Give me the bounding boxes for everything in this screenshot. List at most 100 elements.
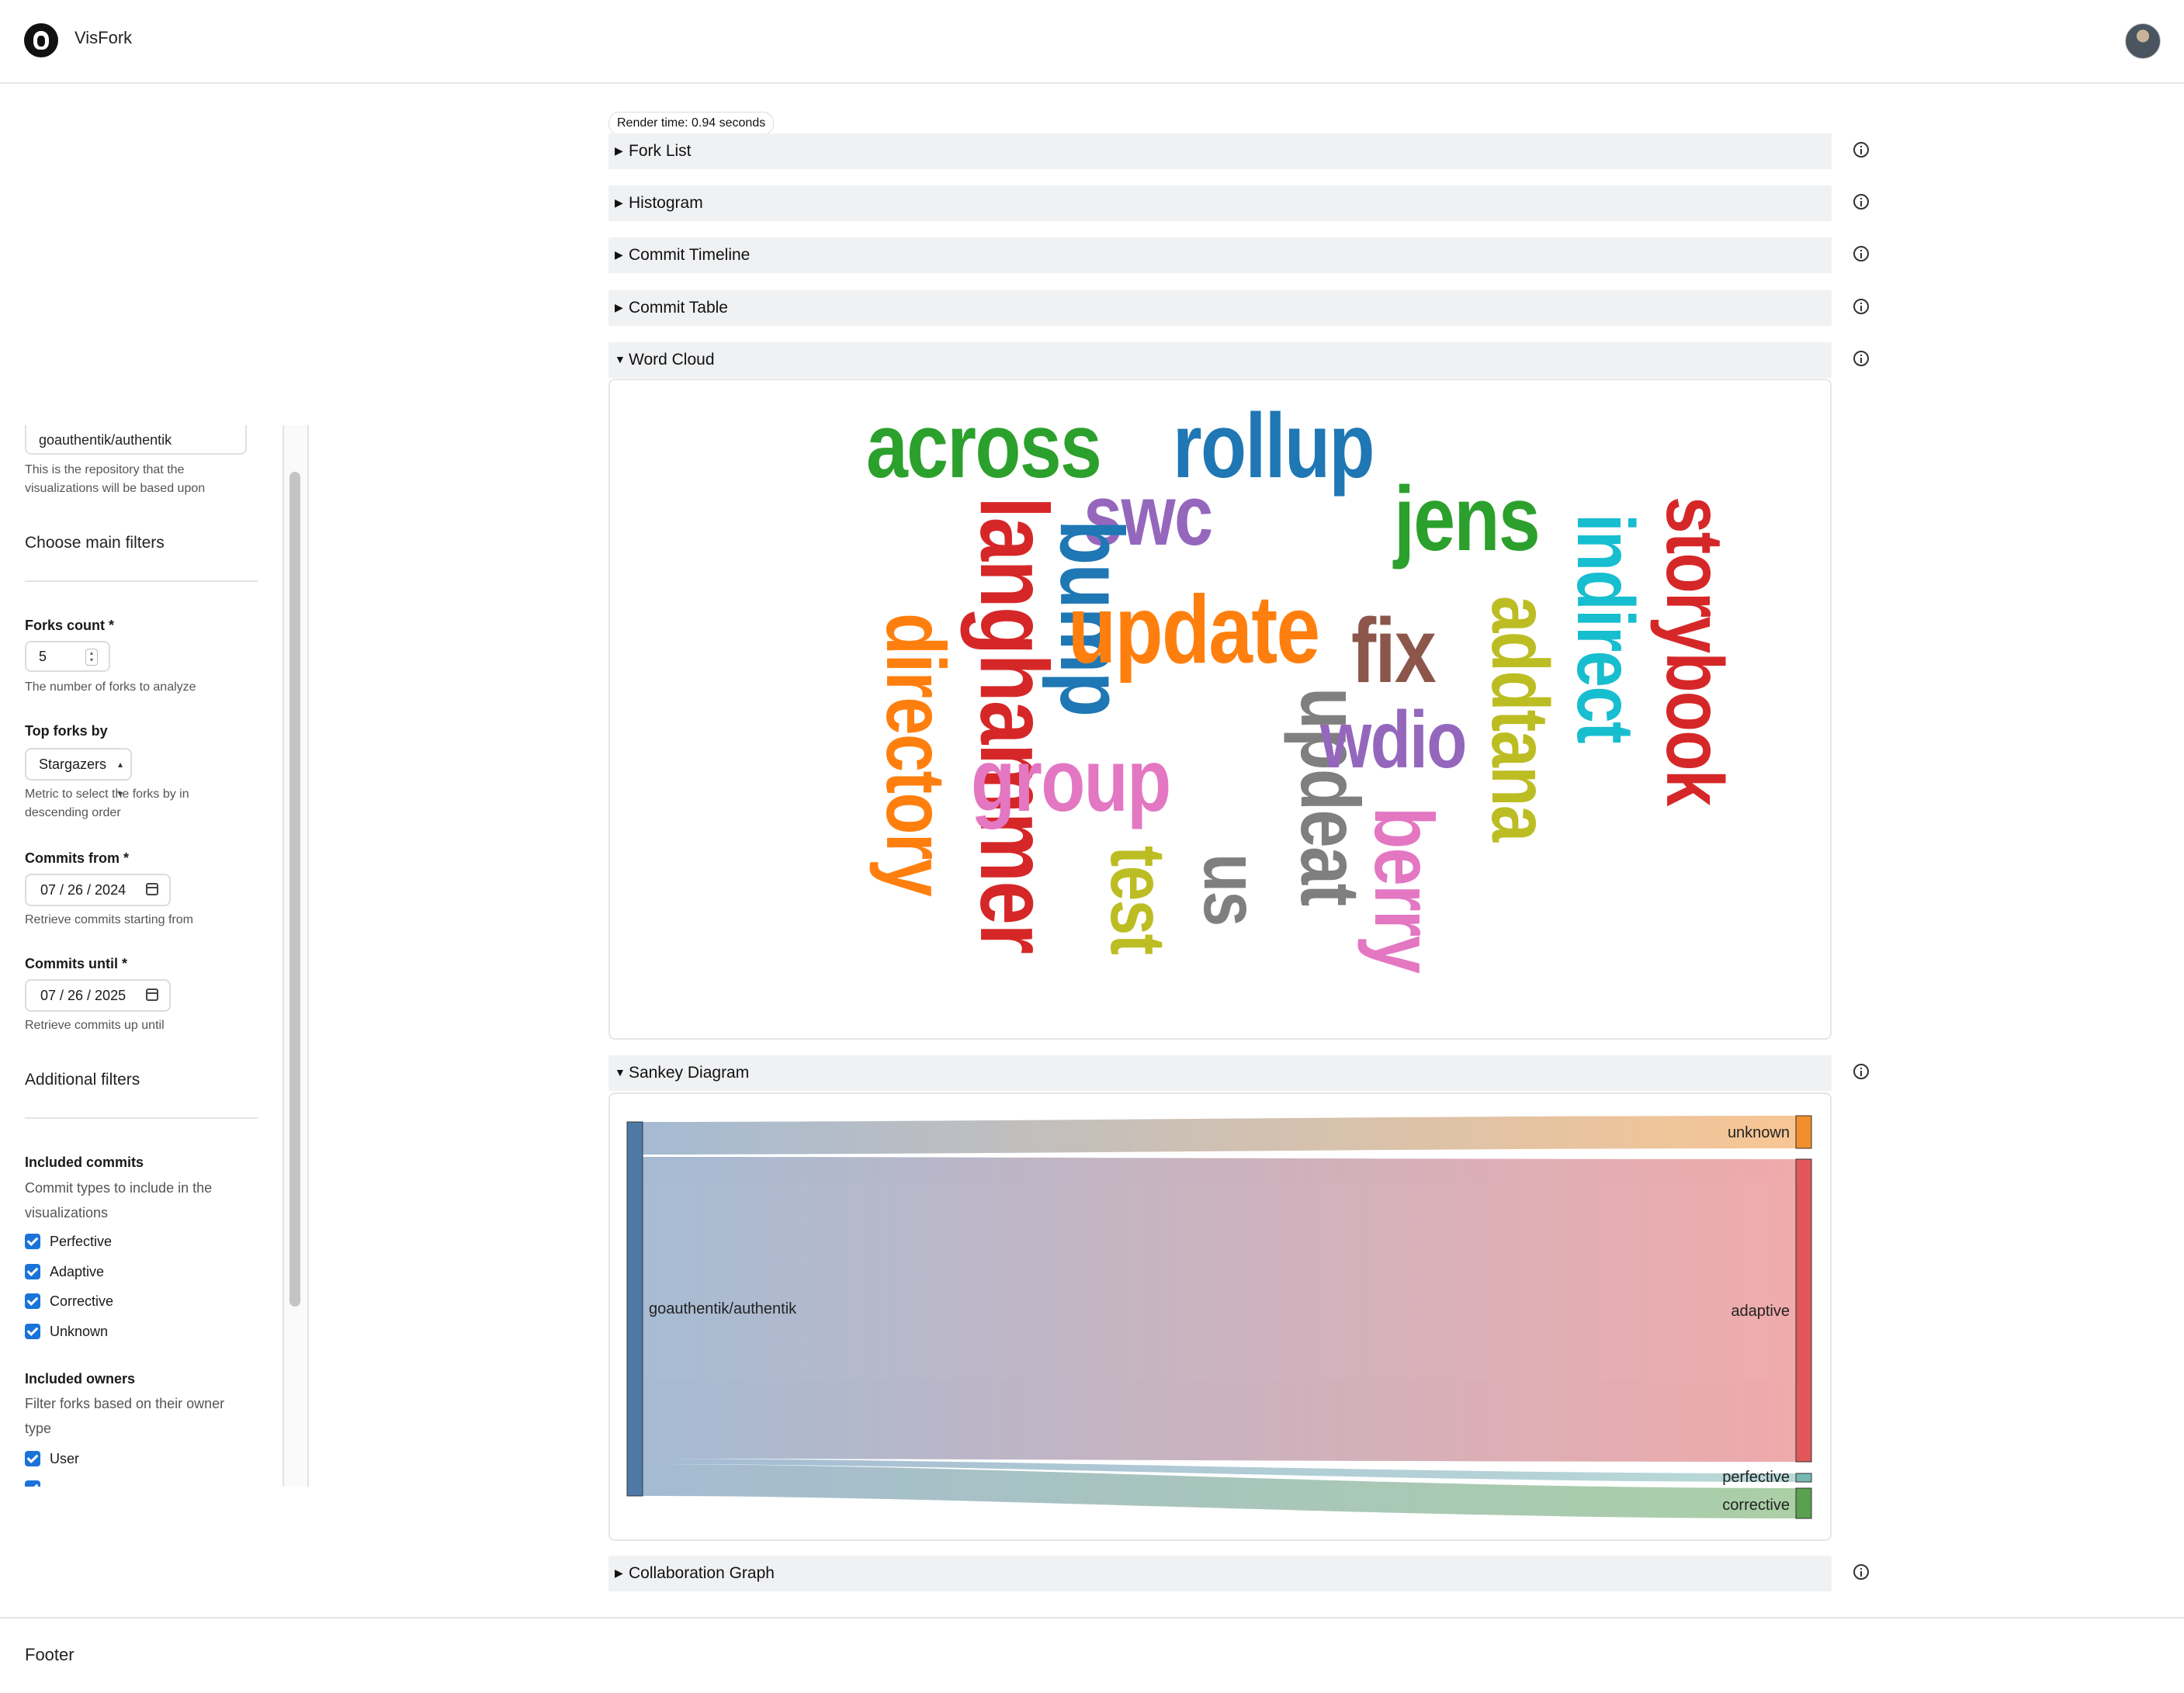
included-commits-help-line1: Commit types to include in the <box>25 1180 213 1196</box>
panel-title: Commit Timeline <box>629 246 751 264</box>
additional-filters-title: Additional filters <box>25 1071 140 1089</box>
word-cloud-word: across <box>866 395 1102 497</box>
included-commits-help-line2: visualizations <box>25 1205 109 1220</box>
top-forks-help-line2: descending order <box>25 806 121 819</box>
panel-header-commit-table[interactable]: ▶ Commit Table <box>608 290 1832 326</box>
calendar-icon[interactable] <box>146 883 158 895</box>
sankey-node-unknown[interactable] <box>1795 1115 1812 1149</box>
panel-header-commit-timeline[interactable]: ▶ Commit Timeline <box>608 237 1832 273</box>
panel-title: Histogram <box>629 194 703 212</box>
sankey-node-corrective[interactable] <box>1795 1487 1812 1519</box>
forks-count-help: The number of forks to analyze <box>25 680 196 694</box>
included-owners-help-line1: Filter forks based on their owner <box>25 1396 225 1411</box>
panel-title: Commit Table <box>629 299 728 317</box>
info-icon[interactable] <box>1853 299 1869 314</box>
stepper-icon[interactable]: ▴ ▾ <box>85 649 98 666</box>
info-icon[interactable] <box>1853 246 1869 261</box>
checkbox-label-user: User <box>50 1451 80 1466</box>
panel-title: Collaboration Graph <box>629 1564 775 1582</box>
info-icon[interactable] <box>1853 142 1869 158</box>
included-owners-label: Included owners <box>25 1371 136 1387</box>
sankey-label-perfective: perfective <box>1722 1469 1790 1486</box>
checkbox-organization-partial[interactable] <box>25 1480 40 1487</box>
forks-count-value: 5 <box>39 649 47 664</box>
repo-help-line1: This is the repository that the <box>25 463 185 476</box>
checkbox-corrective[interactable] <box>25 1293 40 1309</box>
word-cloud-word: addtana <box>1475 596 1565 841</box>
checkbox-user[interactable] <box>25 1451 40 1466</box>
visfork-logo-icon[interactable] <box>24 23 58 57</box>
collapsed-triangle-icon: ▶ <box>615 144 623 157</box>
render-time-badge: Render time: 0.94 seconds <box>608 112 775 135</box>
sankey-panel: goauthentik/authentik unknown adaptive p… <box>608 1092 1832 1541</box>
checkbox-perfective[interactable] <box>25 1234 40 1249</box>
panel-header-word-cloud[interactable]: ▼ Word Cloud <box>608 342 1832 378</box>
divider <box>25 580 258 582</box>
collapsed-triangle-icon: ▶ <box>615 196 623 209</box>
footer-text: Footer <box>25 1645 75 1664</box>
main-filters-title: Choose main filters <box>25 534 165 552</box>
sankey-label-corrective: corrective <box>1722 1497 1790 1514</box>
sidebar-scroll-thumb[interactable] <box>289 472 300 1307</box>
commits-until-label: Commits until * <box>25 956 128 971</box>
word-cloud-word: storybook <box>1649 497 1739 805</box>
commits-from-value: 07 / 26 / 2024 <box>40 882 127 898</box>
commits-until-date-input[interactable]: 07 / 26 / 2025 <box>25 979 171 1012</box>
expanded-triangle-icon: ▼ <box>615 353 626 365</box>
panel-title: Sankey Diagram <box>629 1064 750 1082</box>
commits-from-help: Retrieve commits starting from <box>25 913 193 926</box>
commits-until-help: Retrieve commits up until <box>25 1019 165 1032</box>
included-commits-label: Included commits <box>25 1155 144 1170</box>
calendar-icon[interactable] <box>146 988 158 1001</box>
collapsed-triangle-icon: ▶ <box>615 1567 623 1579</box>
info-icon[interactable] <box>1853 351 1869 366</box>
sankey-label-source: goauthentik/authentik <box>649 1300 797 1317</box>
panel-header-histogram[interactable]: ▶ Histogram <box>608 185 1832 221</box>
footer: Footer <box>0 1617 2184 1693</box>
top-forks-select[interactable]: Stargazers ▴ ▾ <box>25 748 132 799</box>
word-cloud-word: directory <box>869 613 963 896</box>
commits-from-date-input[interactable]: 07 / 26 / 2024 <box>25 874 171 906</box>
panel-title: Word Cloud <box>629 351 715 369</box>
panel-header-fork-list[interactable]: ▶ Fork List <box>608 133 1832 169</box>
sankey-node-perfective[interactable] <box>1795 1473 1812 1483</box>
sankey-node-source[interactable] <box>626 1121 643 1497</box>
brand-name[interactable]: VisFork <box>75 28 132 48</box>
panel-header-sankey[interactable]: ▼ Sankey Diagram <box>608 1055 1832 1091</box>
sankey-link-unknown[interactable] <box>643 1116 1796 1155</box>
sankey-label-unknown: unknown <box>1728 1124 1790 1141</box>
word-cloud-word: update <box>1068 576 1320 684</box>
app-header: VisFork <box>0 0 2184 84</box>
checkbox-label-unknown: Unknown <box>50 1324 109 1339</box>
word-cloud-word: group <box>971 732 1171 830</box>
info-icon[interactable] <box>1853 194 1869 209</box>
panel-title: Fork List <box>629 142 692 160</box>
expanded-triangle-icon: ▼ <box>615 1066 626 1078</box>
checkbox-adaptive[interactable] <box>25 1264 40 1279</box>
info-icon[interactable] <box>1853 1564 1869 1580</box>
repository-input[interactable]: goauthentik/authentik <box>25 425 247 455</box>
word-cloud-word: test <box>1094 846 1181 954</box>
sankey-node-adaptive[interactable] <box>1795 1158 1812 1463</box>
user-avatar[interactable] <box>2125 23 2161 59</box>
word-cloud: across rollup swc jens indirect storybook lang… <box>610 380 1830 1038</box>
repo-help-line2: visualizations will be based upon <box>25 482 206 495</box>
word-cloud-word: jens <box>1394 468 1541 570</box>
checkbox-label-corrective: Corrective <box>50 1293 114 1309</box>
included-owners-help-line2: type <box>25 1421 52 1436</box>
sankey-label-adaptive: adaptive <box>1731 1303 1790 1320</box>
checkbox-unknown[interactable] <box>25 1324 40 1339</box>
top-forks-help-line1: Metric to select the forks by in <box>25 788 189 801</box>
forks-count-input[interactable]: 5 ▴ ▾ <box>25 641 110 672</box>
commits-from-label: Commits from * <box>25 850 130 866</box>
word-cloud-word: berry <box>1357 807 1451 973</box>
panel-header-collaboration-graph[interactable]: ▶ Collaboration Graph <box>608 1556 1832 1591</box>
sankey-link-adaptive[interactable] <box>643 1157 1796 1462</box>
info-icon[interactable] <box>1853 1064 1869 1079</box>
sankey-diagram: goauthentik/authentik unknown adaptive p… <box>626 1115 1812 1519</box>
word-cloud-word: us <box>1187 853 1274 926</box>
forks-count-label: Forks count * <box>25 618 115 633</box>
word-cloud-word: indirect <box>1560 514 1650 743</box>
word-cloud-panel: across rollup swc jens indirect storybook lang… <box>608 379 1832 1040</box>
checkbox-label-adaptive: Adaptive <box>50 1264 105 1279</box>
